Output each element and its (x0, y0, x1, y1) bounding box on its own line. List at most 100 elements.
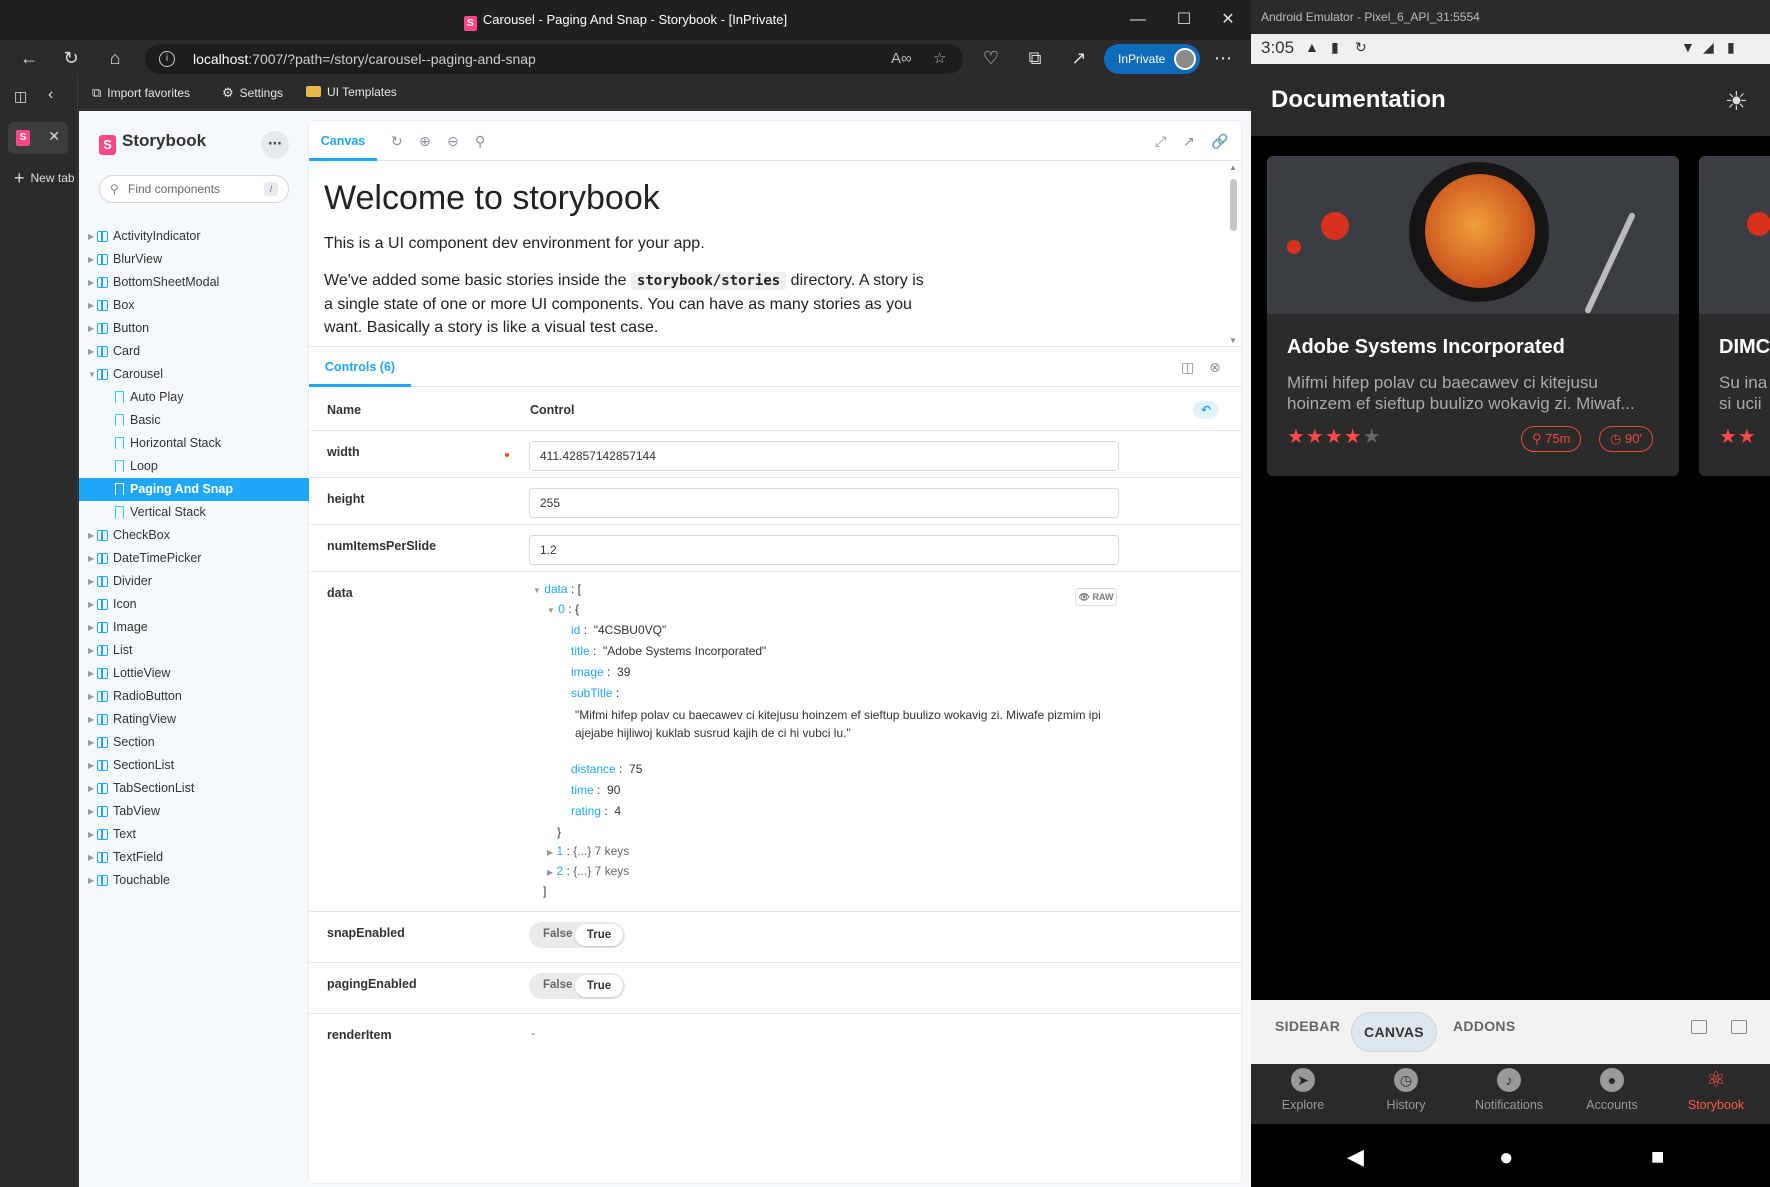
json-field-image[interactable]: image : 39 (571, 665, 630, 679)
json-root[interactable]: ▼ data : [ (533, 582, 581, 596)
sidebar-story-item[interactable]: Basic (79, 409, 309, 432)
sidebar-component-item[interactable]: ▶ Touchable (79, 869, 309, 892)
favorite-star-icon[interactable]: ☆ (933, 44, 946, 74)
chevron-right-icon[interactable]: ▶ (88, 662, 94, 685)
sidebar-story-item[interactable]: Auto Play (79, 386, 309, 409)
read-aloud-icon[interactable]: A∞ (891, 44, 912, 74)
sidebar-component-item[interactable]: ▶ TextField (79, 846, 309, 869)
chevron-right-icon[interactable]: ▶ (88, 823, 94, 846)
sidebar-component-item[interactable]: ▶ Divider (79, 570, 309, 593)
open-new-tab-icon[interactable]: ↗ (1183, 133, 1195, 150)
panel-top-icon[interactable] (1691, 1020, 1707, 1034)
copy-link-icon[interactable]: 🔗 (1211, 133, 1228, 150)
sidebar-component-item[interactable]: ▶ Section (79, 731, 309, 754)
tab-addons[interactable]: ADDONS (1453, 1018, 1515, 1034)
panel-orientation-icon[interactable]: ◫ (1181, 359, 1194, 376)
json-field-rating[interactable]: rating : 4 (571, 804, 621, 818)
snapenabled-toggle[interactable]: False True (529, 922, 625, 948)
carousel[interactable]: Adobe Systems Incorporated Mifmi hifep p… (1251, 136, 1770, 1000)
json-field-time[interactable]: time : 90 (571, 783, 620, 797)
toggle-false-option[interactable]: False (543, 928, 572, 940)
sidebar-component-item[interactable]: ▶ LottieView (79, 662, 309, 685)
collapse-caret-icon[interactable]: ▼ (547, 606, 555, 615)
panel-bottom-icon[interactable] (1731, 1020, 1747, 1034)
chevron-right-icon[interactable]: ▶ (88, 639, 94, 662)
toggle-false-option[interactable]: False (543, 979, 572, 991)
sidebar-story-item[interactable]: Horizontal Stack (79, 432, 309, 455)
tab-controls[interactable]: Controls (6) (309, 347, 411, 387)
zoom-out-icon[interactable]: ⊖ (447, 133, 459, 150)
json-item-2[interactable]: ▶ 2 : {...} 7 keys (547, 864, 629, 878)
chevron-right-icon[interactable]: ▶ (88, 593, 94, 616)
sidebar-component-item[interactable]: ▶ TabSectionList (79, 777, 309, 800)
tab-canvas[interactable]: Canvas (309, 121, 377, 161)
tab-sidebar[interactable]: SIDEBAR (1275, 1018, 1340, 1034)
chevron-down-icon[interactable]: ▼ (88, 363, 96, 386)
sidebar-component-item[interactable]: ▶ Image (79, 616, 309, 639)
nav-explore[interactable]: ➤ Explore (1251, 1068, 1355, 1112)
close-window-button[interactable]: ✕ (1205, 0, 1251, 40)
sidebar-component-item[interactable]: ▶ ActivityIndicator (79, 225, 309, 248)
nav-history[interactable]: ◷ History (1354, 1068, 1458, 1112)
chevron-right-icon[interactable]: ▶ (88, 271, 94, 294)
chevron-right-icon[interactable]: ▶ (88, 616, 94, 639)
toggle-true-option[interactable]: True (575, 975, 623, 997)
chevron-right-icon[interactable]: ▶ (88, 846, 94, 869)
sidebar-component-item[interactable]: ▼ Carousel (79, 363, 309, 386)
theme-toggle-icon[interactable]: ☀ (1725, 86, 1748, 117)
remount-icon[interactable]: ↻ (391, 133, 403, 150)
carousel-card[interactable]: Adobe Systems Incorporated Mifmi hifep p… (1267, 156, 1679, 476)
sidebar-component-item[interactable]: ▶ BlurView (79, 248, 309, 271)
chevron-right-icon[interactable]: ▶ (88, 869, 94, 892)
tab-actions-icon[interactable]: ◫ (14, 88, 27, 105)
json-field-subtitle[interactable]: subTitle : (571, 686, 619, 700)
chevron-right-icon[interactable]: ▶ (88, 708, 94, 731)
nav-storybook[interactable]: ⚛ Storybook (1664, 1068, 1768, 1113)
inprivate-badge[interactable]: InPrivate (1104, 44, 1200, 74)
sidebar-story-item[interactable]: Paging And Snap (79, 478, 309, 501)
chevron-right-icon[interactable]: ▶ (88, 225, 94, 248)
chevron-right-icon[interactable]: ▶ (88, 317, 94, 340)
scroll-down-icon[interactable]: ▼ (1229, 336, 1237, 345)
json-field-title[interactable]: title : "Adobe Systems Incorporated" (571, 644, 766, 658)
storybook-brand[interactable]: S Storybook (99, 131, 206, 155)
sidebar-component-item[interactable]: ▶ DateTimePicker (79, 547, 309, 570)
scroll-thumb[interactable] (1230, 179, 1237, 231)
recents-square-icon[interactable]: ■ (1651, 1144, 1664, 1170)
expand-caret-icon[interactable]: ▶ (547, 848, 553, 857)
sidebar-story-item[interactable]: Vertical Stack (79, 501, 309, 524)
browser-essentials-icon[interactable]: ♡ (976, 44, 1006, 72)
tab-canvas[interactable]: CANVAS (1351, 1012, 1437, 1052)
chevron-right-icon[interactable]: ▶ (88, 800, 94, 823)
chevron-right-icon[interactable]: ▶ (88, 340, 94, 363)
reset-controls-icon[interactable]: ↶ (1193, 401, 1219, 419)
collapse-tabs-icon[interactable]: ‹ (48, 86, 53, 104)
close-panel-icon[interactable]: ⊗ (1209, 359, 1221, 376)
refresh-icon[interactable]: ↻ (56, 44, 86, 72)
collapse-caret-icon[interactable]: ▼ (533, 586, 541, 595)
chevron-right-icon[interactable]: ▶ (88, 570, 94, 593)
home-icon[interactable]: ⌂ (100, 44, 130, 72)
expand-caret-icon[interactable]: ▶ (547, 868, 553, 877)
sidebar-component-item[interactable]: ▶ RatingView (79, 708, 309, 731)
json-item-1[interactable]: ▶ 1 : {...} 7 keys (547, 844, 629, 858)
sidebar-component-item[interactable]: ▶ List (79, 639, 309, 662)
height-input[interactable]: 255 (529, 488, 1119, 518)
sidebar-story-item[interactable]: Loop (79, 455, 309, 478)
tab-storybook[interactable]: S ✕ (8, 122, 68, 154)
json-value-subtitle[interactable]: "Mifmi hifep polav cu baecawev ci kiteju… (575, 706, 1105, 742)
canvas-scrollbar[interactable]: ▲ ▼ (1227, 161, 1241, 347)
nav-notifications[interactable]: ♪ Notifications (1457, 1068, 1561, 1112)
share-icon[interactable]: ↗ (1064, 44, 1094, 72)
json-item-0[interactable]: ▼ 0 : { (547, 602, 579, 616)
minimize-button[interactable]: — (1115, 0, 1161, 40)
sidebar-component-item[interactable]: ▶ CheckBox (79, 524, 309, 547)
pagingenabled-toggle[interactable]: False True (529, 973, 625, 999)
chevron-right-icon[interactable]: ▶ (88, 685, 94, 708)
chevron-right-icon[interactable]: ▶ (88, 294, 94, 317)
chevron-right-icon[interactable]: ▶ (88, 248, 94, 271)
sidebar-component-item[interactable]: ▶ Icon (79, 593, 309, 616)
zoom-reset-icon[interactable]: ⚲ (475, 133, 485, 150)
sidebar-component-item[interactable]: ▶ Box (79, 294, 309, 317)
chevron-right-icon[interactable]: ▶ (88, 777, 94, 800)
